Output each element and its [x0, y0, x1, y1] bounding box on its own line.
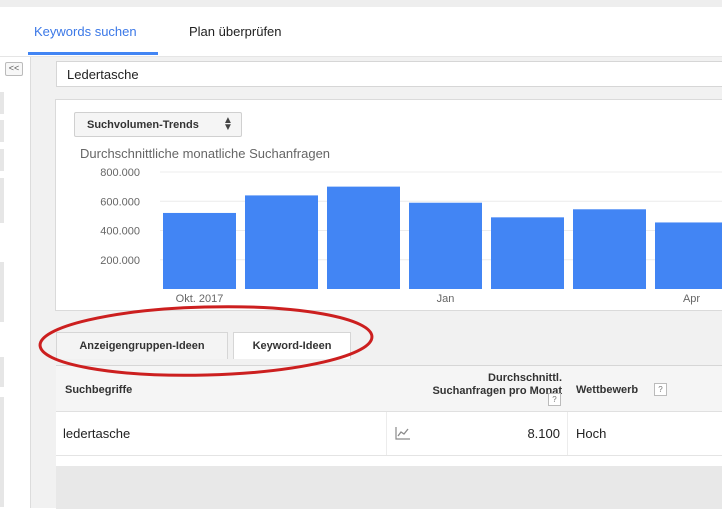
sidebar-tick — [0, 397, 4, 507]
tab-plan-ueberpruefen[interactable]: Plan überprüfen — [189, 24, 282, 39]
column-divider — [567, 412, 568, 455]
column-divider — [386, 412, 387, 455]
sort-arrows-icon: ▲ ▼ — [223, 115, 233, 133]
search-input-value: Ledertasche — [67, 67, 139, 82]
tab-keywords-suchen[interactable]: Keywords suchen — [34, 24, 137, 39]
volume-header-line1: Durchschnittl. — [488, 372, 562, 384]
y-tick-label: 800.000 — [100, 167, 140, 179]
chart-bar — [409, 202, 482, 289]
y-tick-label: 600.000 — [100, 196, 140, 208]
line-chart-icon[interactable] — [395, 426, 411, 440]
left-sidebar: << — [0, 57, 31, 508]
keyword-search-input[interactable]: Ledertasche — [56, 61, 722, 87]
table-header: Suchbegriffe Durchschnittl. Suchanfragen… — [56, 366, 722, 412]
sidebar-tick — [0, 178, 4, 223]
sidebar-tick — [0, 149, 4, 171]
sidebar-tick — [0, 120, 4, 142]
top-strip — [0, 0, 722, 7]
search-volume-bar-chart: 800.000 600.000 400.000 200.000 Okt. 2017 Jan… — [100, 167, 722, 305]
chart-bar — [245, 195, 318, 289]
keyword-ideas-table: Suchbegriffe Durchschnittl. Suchanfragen… — [56, 365, 722, 509]
table-row[interactable]: ledertasche 8.100 Hoch — [56, 412, 722, 456]
chart-bar — [573, 209, 646, 289]
row-keyword: ledertasche — [63, 426, 131, 441]
chart-bar — [655, 222, 722, 289]
column-header-volume[interactable]: Durchschnittl. Suchanfragen pro Monat — [396, 372, 562, 398]
x-tick-label: Apr — [683, 293, 700, 305]
collapse-sidebar-button[interactable]: << — [5, 62, 23, 76]
x-tick-label: Jan — [437, 293, 455, 305]
chart-title: Durchschnittliche monatliche Suchanfrage… — [80, 146, 331, 161]
top-tab-bar: Keywords suchen Plan überprüfen — [0, 7, 722, 57]
y-tick-label: 200.000 — [100, 255, 140, 267]
sidebar-tick — [0, 92, 4, 114]
volume-header-line2: Suchanfragen pro Monat — [432, 385, 562, 397]
sidebar-tick — [0, 357, 4, 387]
sidebar-tick — [0, 262, 4, 322]
y-tick-label: 400.000 — [100, 226, 140, 238]
active-tab-indicator — [28, 52, 158, 55]
column-header-wettbewerb[interactable]: Wettbewerb — [576, 384, 638, 396]
volume-help-icon[interactable]: ? — [548, 393, 561, 406]
search-volume-trends-dropdown[interactable]: Suchvolumen-Trends ▲ ▼ — [74, 112, 242, 137]
x-tick-label: Okt. 2017 — [176, 293, 224, 305]
table-footer — [56, 466, 722, 509]
chart-bar — [163, 212, 236, 289]
tab-keyword-ideen[interactable]: Keyword-Ideen — [233, 332, 351, 359]
dropdown-label: Suchvolumen-Trends — [87, 119, 199, 131]
tab-anzeigengruppen-ideen[interactable]: Anzeigengruppen-Ideen — [56, 332, 228, 359]
chart-bar — [491, 217, 564, 289]
chart-bar — [327, 186, 400, 289]
competition-help-icon[interactable]: ? — [654, 383, 667, 396]
row-volume: 8.100 — [527, 426, 560, 441]
column-header-suchbegriffe[interactable]: Suchbegriffe — [65, 384, 132, 396]
row-competition: Hoch — [576, 426, 607, 441]
